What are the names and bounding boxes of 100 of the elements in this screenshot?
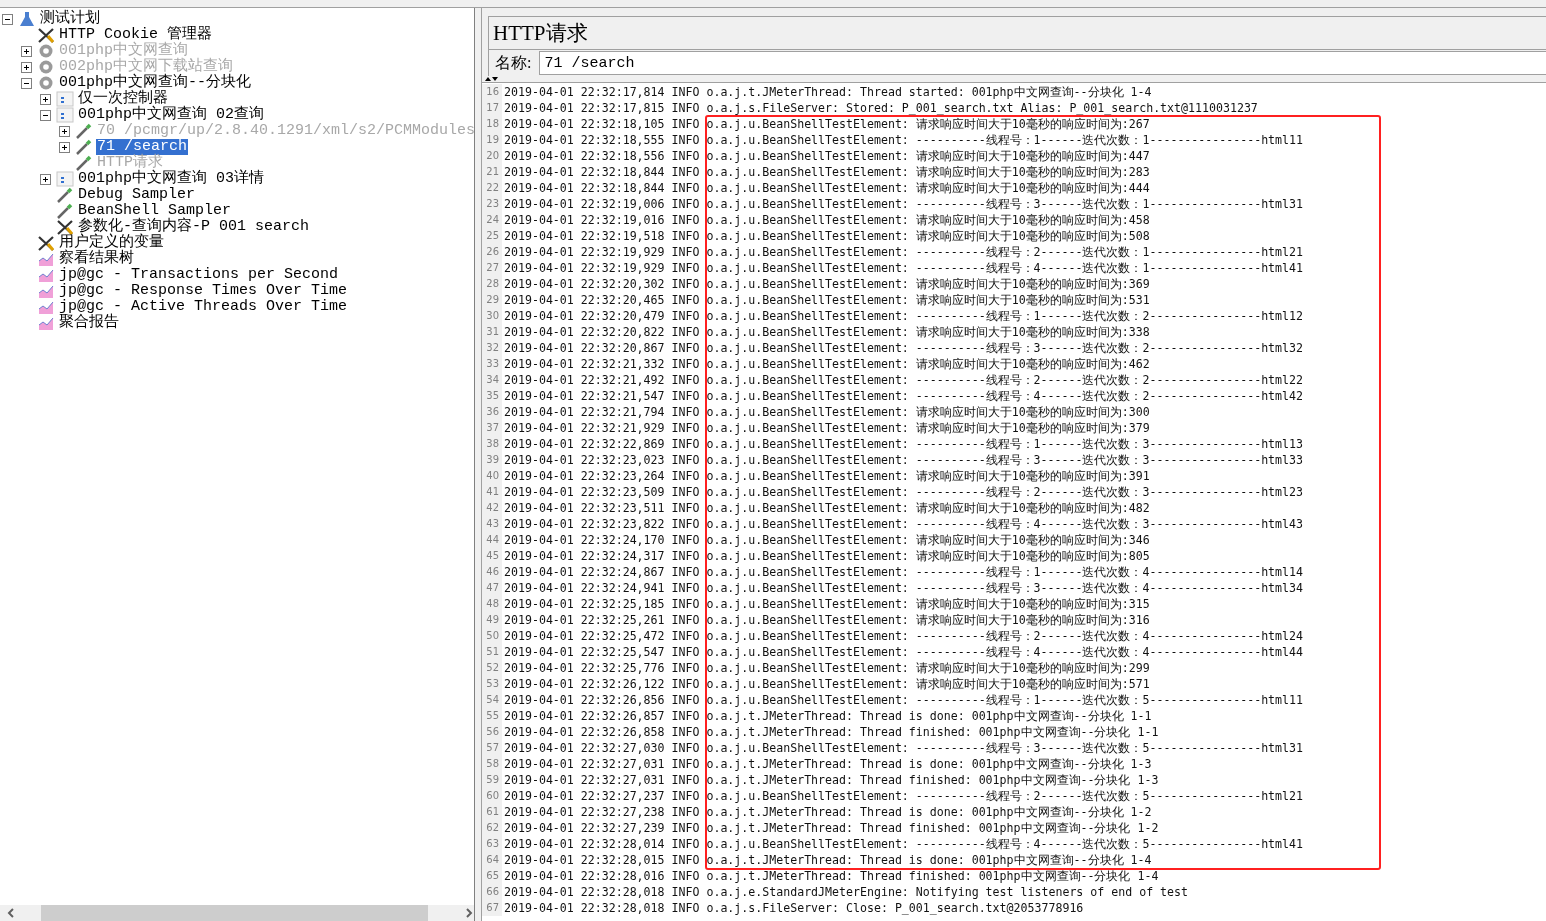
horizontal-scrollbar[interactable]	[0, 905, 474, 921]
line-number: 16	[482, 84, 502, 100]
log-line: 2019-04-01 22:32:27,031 INFO o.a.j.t.JMeterThread: Thread is done: 001php中文网查询--分块化 1-3	[504, 756, 1152, 772]
log-line: 2019-04-01 22:32:24,170 INFO o.a.j.u.BeanShellTestElement: 请求响应时间大于10毫秒的响应时间为:346	[504, 532, 1150, 548]
line-number: 67	[482, 900, 502, 916]
line-number: 64	[482, 852, 502, 868]
log-line: 2019-04-01 22:32:19,929 INFO o.a.j.u.BeanShellTestElement: ----------线程号：4------迭代次数：1----------------html41	[504, 260, 1304, 276]
tree-item[interactable]: 仅一次控制器	[77, 91, 169, 107]
collapse-toggle[interactable]	[21, 77, 32, 89]
line-number: 46	[482, 564, 502, 580]
tree-item[interactable]: 001php中文网查询--分块化	[58, 75, 252, 91]
log-line: 2019-04-01 22:32:22,869 INFO o.a.j.u.BeanShellTestElement: ----------线程号：1------迭代次数：3----------------html13	[504, 436, 1304, 452]
expand-toggle[interactable]	[40, 93, 51, 105]
log-line: 2019-04-01 22:32:28,018 INFO o.a.j.e.StandardJMeterEngine: Notifying test listeners of end of test	[504, 885, 1189, 899]
scrollbar-thumb[interactable]	[40, 905, 429, 921]
line-number: 19	[482, 132, 502, 148]
log-line: 2019-04-01 22:32:26,857 INFO o.a.j.t.JMeterThread: Thread is done: 001php中文网查询--分块化 1-1	[504, 708, 1152, 724]
collapse-toggle[interactable]	[40, 109, 51, 121]
line-number: 49	[482, 612, 502, 628]
tools-icon	[37, 235, 55, 251]
line-number: 40	[482, 468, 502, 484]
line-number: 20	[482, 148, 502, 164]
log-line: 2019-04-01 22:32:23,511 INFO o.a.j.u.BeanShellTestElement: 请求响应时间大于10毫秒的响应时间为:482	[504, 500, 1150, 516]
chart-icon	[37, 267, 55, 283]
tree-item[interactable]: 001php中文网查询 03详情	[77, 171, 265, 187]
log-line: 2019-04-01 22:32:27,237 INFO o.a.j.u.BeanShellTestElement: ----------线程号：2------迭代次数：5----------------html21	[504, 788, 1304, 804]
tree-item[interactable]: HTTP Cookie 管理器	[58, 27, 214, 43]
tree-item[interactable]: jp@gc - Response Times Over Time	[58, 283, 349, 299]
collapse-toggle[interactable]	[2, 13, 13, 25]
flask-icon	[18, 11, 36, 27]
gear-icon	[37, 75, 55, 91]
line-number: 55	[482, 708, 502, 724]
line-number: 37	[482, 420, 502, 436]
log-line: 2019-04-01 22:32:23,509 INFO o.a.j.u.BeanShellTestElement: ----------线程号：2------迭代次数：3----------------html23	[504, 484, 1304, 500]
log-line: 2019-04-01 22:32:19,006 INFO o.a.j.u.BeanShellTestElement: ----------线程号：3------迭代次数：1----------------html31	[504, 196, 1304, 212]
list-icon	[56, 171, 74, 187]
log-line: 2019-04-01 22:32:21,794 INFO o.a.j.u.BeanShellTestElement: 请求响应时间大于10毫秒的响应时间为:300	[504, 404, 1150, 420]
line-number: 18	[482, 116, 502, 132]
line-number: 30	[482, 308, 502, 324]
line-number: 32	[482, 340, 502, 356]
log-line: 2019-04-01 22:32:18,556 INFO o.a.j.u.BeanShellTestElement: 请求响应时间大于10毫秒的响应时间为:447	[504, 148, 1150, 164]
tree-item[interactable]: 001php中文网查询 02查询	[77, 107, 265, 123]
log-line: 2019-04-01 22:32:25,776 INFO o.a.j.u.BeanShellTestElement: 请求响应时间大于10毫秒的响应时间为:299	[504, 660, 1150, 676]
split-arrows-icon[interactable]	[484, 76, 498, 82]
log-line: 2019-04-01 22:32:19,016 INFO o.a.j.u.BeanShellTestElement: 请求响应时间大于10毫秒的响应时间为:458	[504, 212, 1150, 228]
tools-icon	[37, 27, 55, 43]
line-number: 39	[482, 452, 502, 468]
list-icon	[56, 91, 74, 107]
line-number: 35	[482, 388, 502, 404]
log-line: 2019-04-01 22:32:25,547 INFO o.a.j.u.BeanShellTestElement: ----------线程号：4------迭代次数：4----------------html44	[504, 644, 1304, 660]
line-number: 26	[482, 244, 502, 260]
line-number: 34	[482, 372, 502, 388]
line-number: 43	[482, 516, 502, 532]
log-line: 2019-04-01 22:32:23,822 INFO o.a.j.u.BeanShellTestElement: ----------线程号：4------迭代次数：3----------------html43	[504, 516, 1304, 532]
log-line: 2019-04-01 22:32:23,264 INFO o.a.j.u.BeanShellTestElement: 请求响应时间大于10毫秒的响应时间为:391	[504, 468, 1150, 484]
expand-toggle[interactable]	[40, 173, 51, 185]
log-line: 2019-04-01 22:32:24,867 INFO o.a.j.u.BeanShellTestElement: ----------线程号：1------迭代次数：4----------------html14	[504, 564, 1304, 580]
tree-item[interactable]: 测试计划	[39, 11, 101, 27]
line-number: 60	[482, 788, 502, 804]
dropper-icon	[56, 187, 74, 203]
log-line: 2019-04-01 22:32:19,518 INFO o.a.j.u.BeanShellTestElement: 请求响应时间大于10毫秒的响应时间为:508	[504, 228, 1150, 244]
log-line: 2019-04-01 22:32:27,238 INFO o.a.j.t.JMeterThread: Thread is done: 001php中文网查询--分块化 1-2	[504, 804, 1152, 820]
log-line: 2019-04-01 22:32:18,844 INFO o.a.j.u.BeanShellTestElement: 请求响应时间大于10毫秒的响应时间为:283	[504, 164, 1150, 180]
log-line: 2019-04-01 22:32:18,844 INFO o.a.j.u.BeanShellTestElement: 请求响应时间大于10毫秒的响应时间为:444	[504, 180, 1150, 196]
line-number: 58	[482, 756, 502, 772]
dropper-icon	[75, 155, 93, 171]
chart-icon	[37, 315, 55, 331]
dropper-icon	[56, 203, 74, 219]
line-number: 31	[482, 324, 502, 340]
line-number: 45	[482, 548, 502, 564]
name-field[interactable]: 71 /search	[539, 51, 1546, 75]
log-line: 2019-04-01 22:32:23,023 INFO o.a.j.u.BeanShellTestElement: ----------线程号：3------迭代次数：3----------------html33	[504, 452, 1304, 468]
chart-icon	[37, 283, 55, 299]
log-line: 2019-04-01 22:32:25,472 INFO o.a.j.u.BeanShellTestElement: ----------线程号：2------迭代次数：4----------------html24	[504, 628, 1304, 644]
line-number: 22	[482, 180, 502, 196]
tree-item[interactable]: jp@gc - Transactions per Second	[58, 267, 340, 283]
expand-toggle[interactable]	[59, 141, 70, 153]
line-number: 28	[482, 276, 502, 292]
log-line: 2019-04-01 22:32:28,018 INFO o.a.j.s.FileServer: Close: P_001_search.txt@2053778916	[504, 901, 1084, 915]
list-icon	[56, 107, 74, 123]
line-number: 33	[482, 356, 502, 372]
line-number: 44	[482, 532, 502, 548]
gear-icon	[37, 59, 55, 75]
line-number: 38	[482, 436, 502, 452]
log-line: 2019-04-01 22:32:17,814 INFO o.a.j.t.JMeterThread: Thread started: 001php中文网查询--分块化 1-4	[504, 84, 1152, 100]
line-number: 36	[482, 404, 502, 420]
line-number: 61	[482, 804, 502, 820]
line-number: 59	[482, 772, 502, 788]
tree-item[interactable]: 71 /search	[96, 139, 188, 155]
log-line: 2019-04-01 22:32:21,547 INFO o.a.j.u.BeanShellTestElement: ----------线程号：4------迭代次数：2----------------html42	[504, 388, 1304, 404]
tree-item[interactable]: 察看结果树	[58, 251, 135, 267]
log-line: 2019-04-01 22:32:18,105 INFO o.a.j.u.BeanShellTestElement: 请求响应时间大于10毫秒的响应时间为:267	[504, 116, 1150, 132]
log-line: 2019-04-01 22:32:19,929 INFO o.a.j.u.BeanShellTestElement: ----------线程号：2------迭代次数：1----------------html21	[504, 244, 1304, 260]
line-number: 41	[482, 484, 502, 500]
line-number: 42	[482, 500, 502, 516]
line-number: 52	[482, 660, 502, 676]
name-label: 名称:	[494, 52, 533, 73]
dropper-icon	[75, 139, 93, 155]
tree-item[interactable]: Debug Sampler	[77, 187, 197, 203]
log-line: 2019-04-01 22:32:24,317 INFO o.a.j.u.BeanShellTestElement: 请求响应时间大于10毫秒的响应时间为:805	[504, 548, 1150, 564]
